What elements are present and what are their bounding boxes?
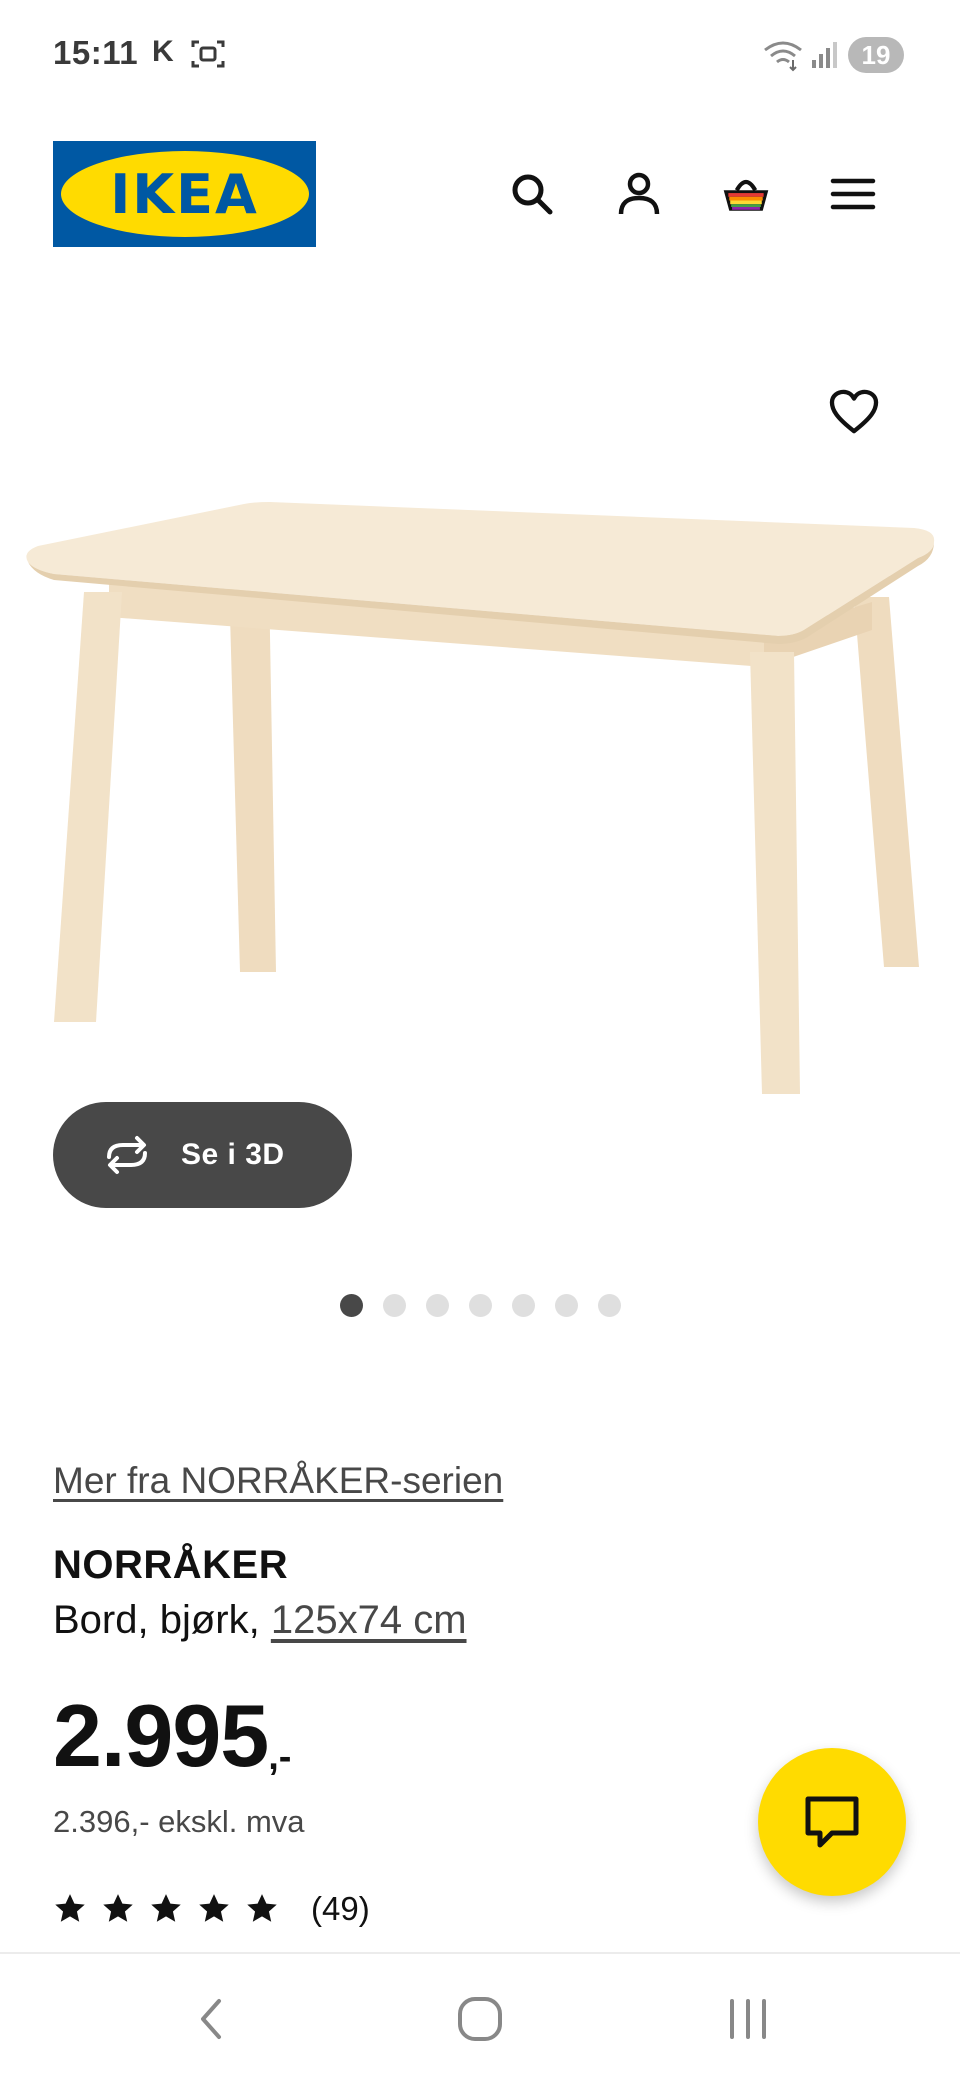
- rotate-3d-icon: [107, 1136, 147, 1174]
- pagination-dot[interactable]: [426, 1294, 449, 1317]
- logo-text: IKEA: [110, 162, 259, 226]
- screenshot-icon: [191, 40, 225, 68]
- star-icon: [247, 1894, 277, 1922]
- back-icon: [201, 1999, 221, 2039]
- heart-icon: [829, 389, 879, 434]
- product-type: Bord, bjørk,: [53, 1598, 260, 1642]
- menu-button[interactable]: [821, 162, 885, 226]
- carrier-letter: K: [152, 35, 174, 68]
- star-icon: [151, 1894, 181, 1922]
- account-icon: [618, 172, 660, 215]
- chat-icon: [805, 1796, 859, 1848]
- home-button[interactable]: [440, 1984, 520, 2054]
- search-icon: [512, 174, 553, 215]
- pagination-dot[interactable]: [340, 1294, 363, 1317]
- chat-button[interactable]: [758, 1748, 906, 1896]
- star-icon: [55, 1894, 85, 1922]
- wifi-icon: [764, 41, 802, 72]
- pagination-dot[interactable]: [598, 1294, 621, 1317]
- account-button[interactable]: [607, 162, 671, 226]
- pagination-dot[interactable]: [383, 1294, 406, 1317]
- pagination-dot[interactable]: [469, 1294, 492, 1317]
- battery-indicator: 19: [848, 37, 904, 73]
- product-price: 2.995 ,-: [53, 1692, 291, 1780]
- basket-button[interactable]: [714, 162, 778, 226]
- logo-oval: IKEA: [60, 151, 309, 237]
- pagination-dot[interactable]: [555, 1294, 578, 1317]
- favourite-button[interactable]: [824, 382, 884, 442]
- size-link[interactable]: 125x74 cm: [271, 1598, 467, 1642]
- basket-icon: [723, 179, 769, 211]
- system-nav-bar: [0, 1952, 960, 2080]
- product-rating[interactable]: (49): [53, 1890, 370, 1928]
- rating-count: (49): [311, 1890, 370, 1927]
- search-button[interactable]: [500, 162, 564, 226]
- price-value: 2.995: [53, 1686, 269, 1785]
- home-icon: [458, 1997, 502, 2041]
- gallery-pagination[interactable]: [340, 1294, 621, 1318]
- view-3d-button[interactable]: Se i 3D: [53, 1102, 352, 1208]
- back-button[interactable]: [173, 1984, 253, 2054]
- signal-icon: [812, 42, 837, 68]
- star-icon: [199, 1894, 229, 1922]
- product-description: Bord, bjørk, 125x74 cm: [53, 1598, 467, 1643]
- site-header: IKEA: [0, 112, 960, 282]
- view-3d-label: Se i 3D: [181, 1138, 285, 1171]
- product-image-table: [26, 502, 935, 1094]
- star-icon: [103, 1894, 133, 1922]
- recents-button[interactable]: [708, 1984, 788, 2054]
- series-link[interactable]: Mer fra NORRÅKER-serien: [53, 1460, 503, 1502]
- status-time: 15:11: [53, 34, 139, 71]
- pagination-dot[interactable]: [512, 1294, 535, 1317]
- recents-icon: [730, 1999, 766, 2039]
- status-bar: 15:11 K 19: [0, 0, 960, 112]
- price-excl-vat: 2.396,- ekskl. mva: [53, 1804, 305, 1839]
- product-name: NORRÅKER: [53, 1543, 289, 1587]
- price-suffix: ,-: [268, 1736, 292, 1778]
- menu-icon: [830, 178, 876, 210]
- product-gallery[interactable]: Se i 3D: [0, 282, 960, 1317]
- ikea-logo[interactable]: IKEA: [53, 141, 316, 247]
